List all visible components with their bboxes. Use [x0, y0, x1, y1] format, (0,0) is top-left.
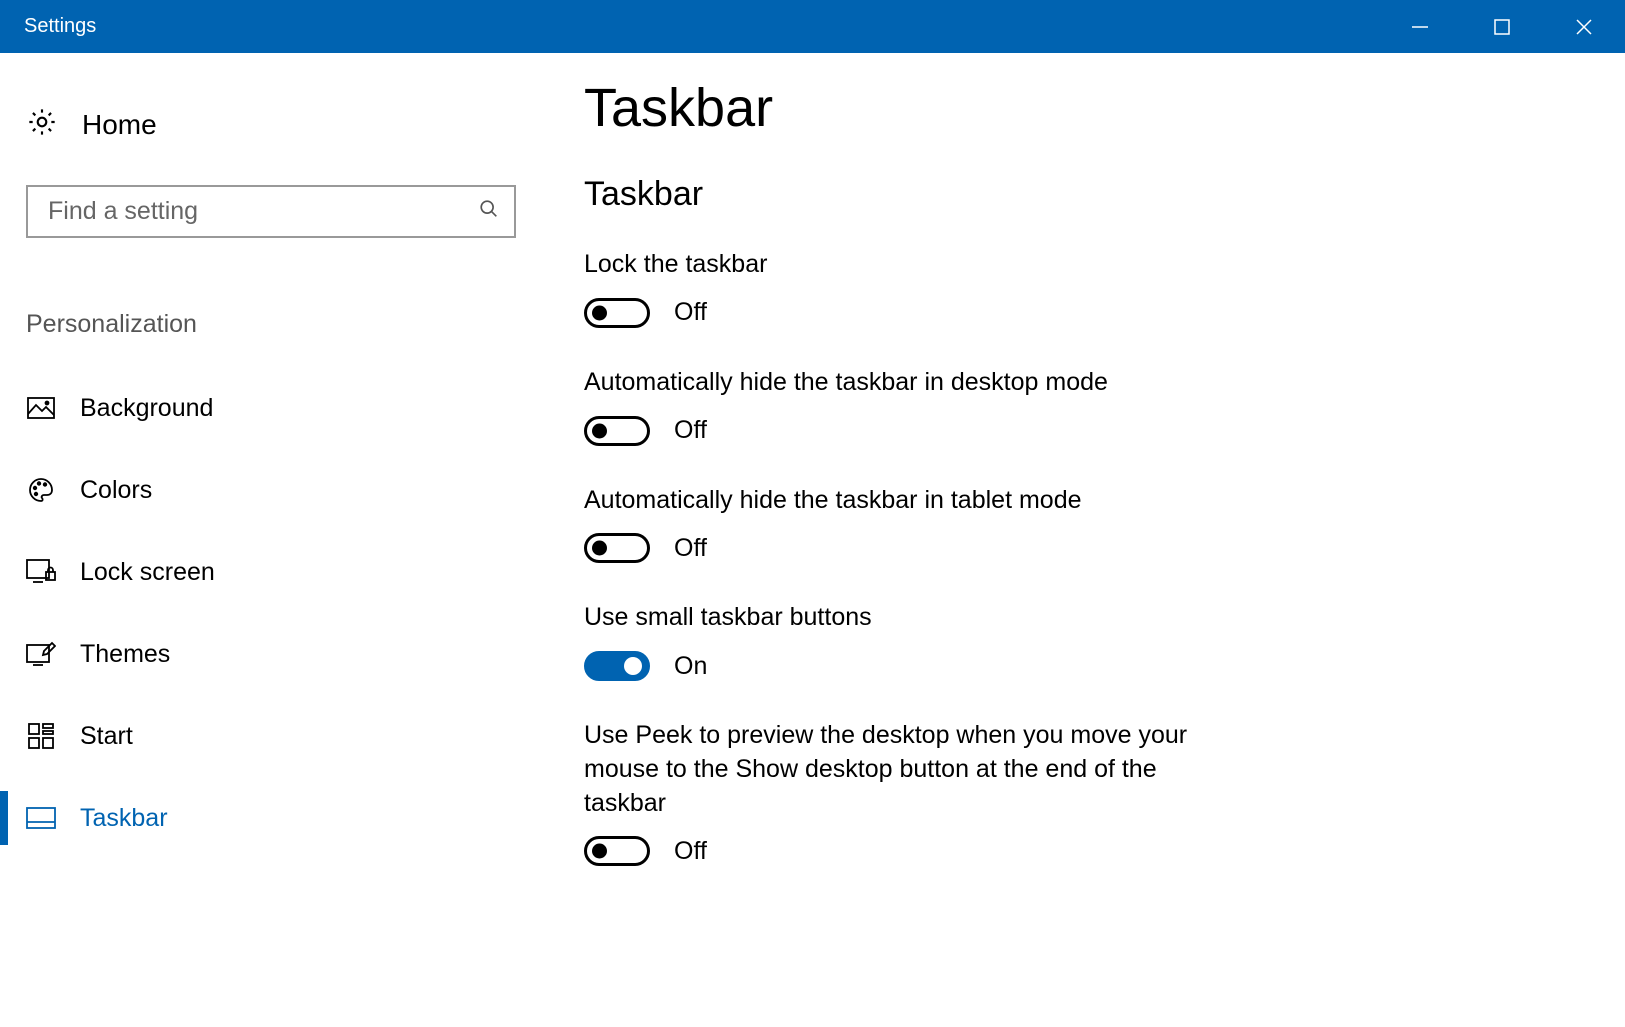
option-lock-taskbar: Lock the taskbar Off [584, 248, 1565, 328]
option-autohide-tablet: Automatically hide the taskbar in tablet… [584, 484, 1565, 564]
window-title: Settings [0, 15, 96, 38]
toggle-state: On [674, 652, 707, 681]
sidebar-item-themes[interactable]: Themes [26, 613, 530, 695]
page-title: Taskbar [584, 77, 1565, 139]
minimize-button[interactable] [1379, 0, 1461, 53]
nav-list: Background Colors [26, 367, 530, 859]
maximize-button[interactable] [1461, 0, 1543, 53]
toggle-peek[interactable] [584, 836, 650, 866]
search-box[interactable] [26, 185, 516, 238]
toggle-state: Off [674, 298, 707, 327]
option-label: Automatically hide the taskbar in tablet… [584, 484, 1224, 518]
home-label: Home [82, 109, 157, 141]
sidebar-item-label: Taskbar [80, 804, 168, 833]
minimize-icon [1411, 18, 1429, 36]
option-peek: Use Peek to preview the desktop when you… [584, 719, 1565, 866]
option-autohide-desktop: Automatically hide the taskbar in deskto… [584, 366, 1565, 446]
home-button[interactable]: Home [26, 99, 530, 151]
sidebar-item-lock-screen[interactable]: Lock screen [26, 531, 530, 613]
toggle-state: Off [674, 837, 707, 866]
picture-icon [26, 393, 56, 423]
close-button[interactable] [1543, 0, 1625, 53]
titlebar: Settings [0, 0, 1625, 53]
main-content: Taskbar Taskbar Lock the taskbar Off Aut… [530, 53, 1625, 1027]
sidebar-item-colors[interactable]: Colors [26, 449, 530, 531]
close-icon [1574, 17, 1594, 37]
gear-icon [26, 106, 58, 145]
toggle-state: Off [674, 416, 707, 445]
toggle-small-buttons[interactable] [584, 651, 650, 681]
sidebar-item-background[interactable]: Background [26, 367, 530, 449]
sidebar-item-label: Lock screen [80, 558, 215, 587]
sidebar-item-taskbar[interactable]: Taskbar [26, 777, 530, 859]
taskbar-icon [26, 803, 56, 833]
start-icon [26, 721, 56, 751]
sidebar-item-start[interactable]: Start [26, 695, 530, 777]
option-label: Lock the taskbar [584, 248, 1224, 282]
option-label: Use Peek to preview the desktop when you… [584, 719, 1224, 820]
category-header: Personalization [26, 310, 530, 339]
search-input[interactable] [48, 197, 478, 226]
option-label: Use small taskbar buttons [584, 601, 1224, 635]
window-controls [1379, 0, 1625, 53]
toggle-autohide-desktop[interactable] [584, 416, 650, 446]
toggle-state: Off [674, 534, 707, 563]
toggle-lock-taskbar[interactable] [584, 298, 650, 328]
sidebar-item-label: Background [80, 394, 213, 423]
toggle-autohide-tablet[interactable] [584, 533, 650, 563]
search-icon [478, 198, 500, 225]
sidebar-item-label: Themes [80, 640, 170, 669]
option-small-buttons: Use small taskbar buttons On [584, 601, 1565, 681]
section-title: Taskbar [584, 175, 1565, 214]
palette-icon [26, 475, 56, 505]
lock-screen-icon [26, 557, 56, 587]
maximize-icon [1493, 18, 1511, 36]
themes-icon [26, 639, 56, 669]
sidebar: Home Personalization Backgro [0, 53, 530, 1027]
sidebar-item-label: Colors [80, 476, 152, 505]
option-label: Automatically hide the taskbar in deskto… [584, 366, 1224, 400]
sidebar-item-label: Start [80, 722, 133, 751]
